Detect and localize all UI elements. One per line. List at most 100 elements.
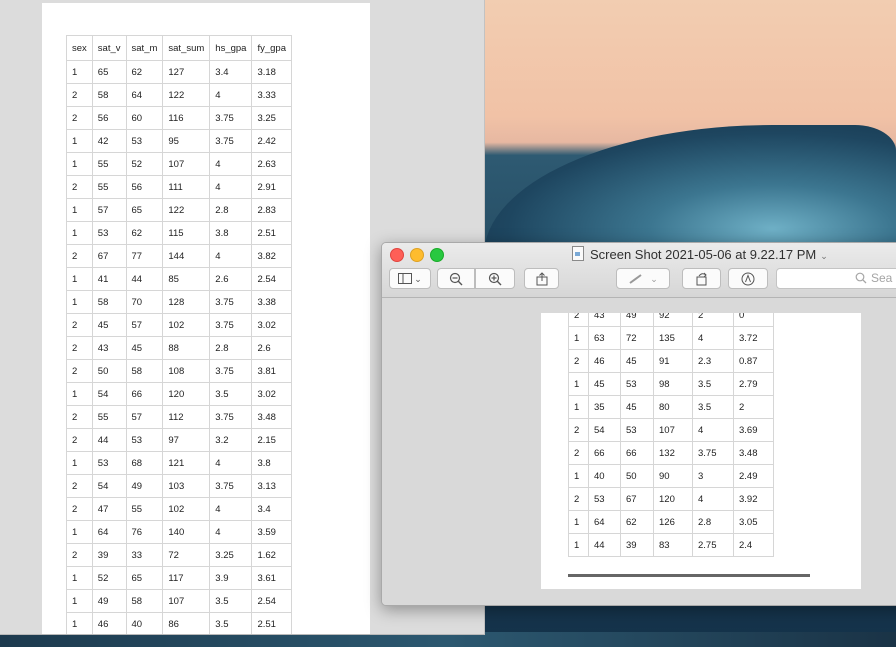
markup-button[interactable]: ⌄ [616, 268, 670, 289]
table-cell: 2.4 [733, 533, 774, 557]
table-cell: 2.6 [209, 267, 253, 291]
table-cell: 0.87 [733, 349, 774, 373]
table-row: 1 41 44 85 2.6 2.54 [66, 267, 292, 291]
table-header-row: sex sat_v sat_m sat_sum hs_gpa fy_gpa [66, 35, 292, 61]
zoom-in-button[interactable] [475, 268, 515, 289]
table-cell: 45 [588, 372, 621, 396]
table-cell: 108 [162, 359, 211, 383]
sidebar-toggle-button[interactable]: ⌄ [389, 268, 431, 289]
table-cell: 2.8 [209, 336, 253, 360]
zoom-button[interactable] [430, 248, 444, 262]
window-titlebar[interactable]: Screen Shot 2021-05-06 at 9.22.17 PM ⌄ ⌄ … [382, 243, 896, 298]
annotate-button[interactable] [728, 268, 768, 289]
rotate-button[interactable] [682, 268, 721, 289]
table-cell: 3.8 [209, 221, 253, 245]
table-row: 1 64 62 126 2.8 3.05 [568, 510, 774, 534]
table-cell: 2.3 [692, 349, 734, 373]
table-cell: 55 [91, 152, 127, 176]
table-cell: 53 [125, 428, 164, 452]
share-button[interactable] [524, 268, 559, 289]
table-cell: 65 [91, 60, 127, 84]
table-cell: 3.5 [209, 382, 253, 406]
chevron-down-icon: ⌄ [650, 274, 658, 284]
table-row: 1 57 65 122 2.8 2.83 [66, 198, 292, 222]
table-cell: 2 [66, 175, 93, 199]
table-cell: 47 [91, 497, 127, 521]
table-cell: 120 [653, 487, 693, 511]
table-cell: 103 [162, 474, 211, 498]
table-cell: 2 [568, 441, 589, 465]
table-cell: 3.4 [209, 60, 253, 84]
table-cell: 2 [66, 543, 93, 567]
table-cell: 2 [568, 487, 589, 511]
table-cell: 1 [66, 267, 93, 291]
table-cell: 60 [125, 106, 164, 130]
table-cell: 1 [66, 382, 93, 406]
table-cell: 1 [66, 221, 93, 245]
table-cell: 2.75 [692, 533, 734, 557]
preview-window[interactable]: Screen Shot 2021-05-06 at 9.22.17 PM ⌄ ⌄ … [381, 242, 896, 606]
table-cell: 128 [162, 290, 211, 314]
table-row: 2 55 56 111 4 2.91 [66, 175, 292, 199]
table-cell: 40 [125, 612, 164, 634]
table-row: 1 54 66 120 3.5 3.02 [66, 382, 292, 406]
table-cell: 2 [66, 244, 93, 268]
table-cell: 44 [588, 533, 621, 557]
chevron-down-icon[interactable]: ⌄ [820, 251, 828, 261]
table-cell: 122 [162, 83, 211, 107]
table-cell: 1 [568, 533, 589, 557]
table-cell: 2.54 [251, 589, 292, 613]
table-row: 2 58 64 122 4 3.33 [66, 83, 292, 107]
window-title[interactable]: Screen Shot 2021-05-06 at 9.22.17 PM ⌄ [572, 246, 828, 262]
table-cell: 1 [66, 152, 93, 176]
table-cell: 53 [620, 418, 654, 442]
table-cell: 92 [653, 313, 693, 327]
table-cell: 85 [162, 267, 211, 291]
minimize-button[interactable] [410, 248, 424, 262]
table-cell: 117 [162, 566, 211, 590]
close-button[interactable] [390, 248, 404, 262]
table-cell: 3.9 [209, 566, 253, 590]
table-cell: 3.75 [209, 129, 253, 153]
table-cell: 2 [66, 428, 93, 452]
table-row: 2 47 55 102 4 3.4 [66, 497, 292, 521]
search-field[interactable]: Sea [776, 268, 896, 289]
table-cell: 62 [620, 510, 654, 534]
table-cell: 35 [588, 395, 621, 419]
table-cell: 3.48 [733, 441, 774, 465]
table-row: 2 44 53 97 3.2 2.15 [66, 428, 292, 452]
table-cell: 65 [125, 198, 164, 222]
table-cell: 102 [162, 313, 211, 337]
table-row: 1 58 70 128 3.75 3.38 [66, 290, 292, 314]
table-cell: 52 [125, 152, 164, 176]
table-cell: 58 [125, 589, 164, 613]
table-cell: 58 [125, 359, 164, 383]
column-header: hs_gpa [209, 35, 253, 61]
table-cell: 53 [125, 129, 164, 153]
table-cell: 3.48 [251, 405, 292, 429]
rotate-icon [696, 272, 707, 286]
table-cell: 55 [91, 405, 127, 429]
table-cell: 3.69 [733, 418, 774, 442]
table-cell: 3.81 [251, 359, 292, 383]
table-cell: 53 [588, 487, 621, 511]
table-cell: 66 [125, 382, 164, 406]
column-header: sat_m [125, 35, 164, 61]
table-cell: 3.82 [251, 244, 292, 268]
table-row: 1 40 50 90 3 2.49 [568, 464, 774, 488]
table-cell: 3.25 [251, 106, 292, 130]
table-cell: 3.5 [209, 589, 253, 613]
table-cell: 55 [125, 497, 164, 521]
zoom-out-button[interactable] [437, 268, 475, 289]
table-cell: 3.61 [251, 566, 292, 590]
table-cell: 1 [66, 60, 93, 84]
table-cell: 33 [125, 543, 164, 567]
table-cell: 77 [125, 244, 164, 268]
table-cell: 1 [66, 589, 93, 613]
document-page: sex sat_v sat_m sat_sum hs_gpa fy_gpa 1 65 62 12… [42, 3, 370, 634]
share-icon [536, 272, 547, 286]
table-cell: 102 [162, 497, 211, 521]
preview-content-area[interactable]: 2 43 49 92 2 0 1 63 72 135 4 3.72 2 46 45 91 2.3 0.87 1 45 5… [382, 298, 896, 605]
table-row: 1 35 45 80 3.5 2 [568, 395, 774, 419]
table-cell: 115 [162, 221, 211, 245]
